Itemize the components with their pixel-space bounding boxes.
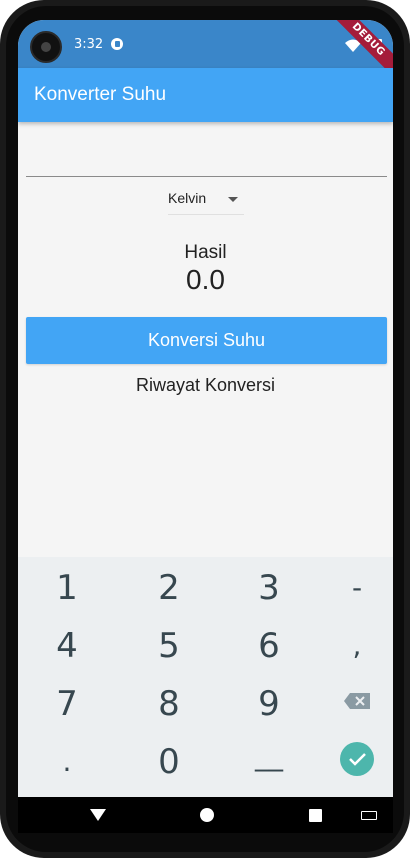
key-5[interactable]: 5 [122,617,216,675]
temperature-input[interactable] [26,140,391,176]
system-nav-bar [18,797,393,833]
app-bar: Konverter Suhu [18,68,393,122]
unit-dropdown[interactable]: Kelvin [168,188,244,215]
key-comma[interactable]: , [310,617,393,675]
key-dot[interactable]: . [20,733,114,791]
key-3[interactable]: 3 [222,559,316,617]
notification-icon [111,38,123,50]
key-4[interactable]: 4 [20,617,114,675]
key-9[interactable]: 9 [222,675,316,733]
enter-key[interactable] [340,742,374,776]
screen: 3:32 DEBUG Konverter Suhu Kelvin Hasil 0… [18,20,393,833]
input-underline [26,176,387,177]
key-7[interactable]: 7 [20,675,114,733]
status-bar: 3:32 DEBUG [18,20,393,85]
status-time: 3:32 [74,37,104,52]
key-1[interactable]: 1 [20,559,114,617]
key-space[interactable]: __ [222,727,316,785]
result-value: 0.0 [186,264,225,295]
back-triangle-icon[interactable] [90,809,106,821]
recent-square-icon[interactable] [309,809,322,822]
history-title: Riwayat Konversi [135,375,276,395]
key-minus[interactable]: - [310,559,393,617]
check-icon [349,753,366,766]
home-circle-icon[interactable] [200,808,214,822]
backspace-icon[interactable] [344,693,370,709]
keyboard-icon[interactable] [361,811,377,820]
app-title: Konverter Suhu [34,84,167,105]
numeric-keyboard: 1 2 3 - 4 5 6 , 7 8 9 . 0 __ [18,557,393,797]
key-0[interactable]: 0 [122,733,216,791]
dropdown-caret-icon [228,197,238,202]
key-6[interactable]: 6 [222,617,316,675]
result-label: Hasil [184,242,227,263]
key-2[interactable]: 2 [122,559,216,617]
key-8[interactable]: 8 [122,675,216,733]
convert-button[interactable]: Konversi Suhu [26,317,387,364]
unit-dropdown-value: Kelvin [168,190,207,206]
camera-cutout [30,31,62,63]
